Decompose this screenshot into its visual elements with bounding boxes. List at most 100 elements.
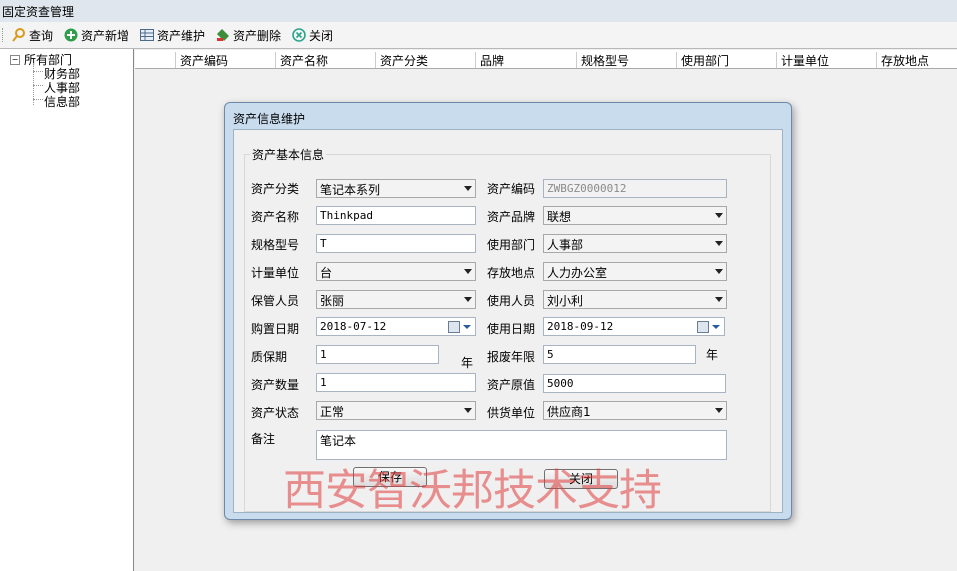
brand-label: 资产品牌 [487, 210, 536, 224]
tree-item-it[interactable]: 信息部 [44, 93, 80, 110]
maintain-asset-label: 资产维护 [157, 28, 206, 43]
name-label: 资产名称 [251, 210, 300, 224]
original-value-label: 资产原值 [487, 378, 536, 392]
column-header[interactable]: 品牌 [475, 52, 576, 68]
department-tree: − 所有部门 财务部 人事部 信息部 [0, 49, 134, 571]
name-field[interactable]: Thinkpad [316, 206, 476, 225]
chevron-down-icon [464, 297, 472, 302]
delete-asset-button[interactable]: 资产删除 [216, 26, 281, 44]
grid-header: 资产编码 资产名称 资产分类 品牌 规格型号 使用部门 计量单位 存放地点 [135, 50, 957, 69]
dept-value: 人事部 [547, 238, 584, 252]
close-label: 关闭 [309, 28, 334, 43]
chevron-down-icon [715, 269, 723, 274]
chevron-down-icon[interactable] [463, 325, 471, 329]
dialog-close-button[interactable]: 关闭 [544, 469, 618, 489]
maintain-asset-button[interactable]: 资产维护 [140, 26, 205, 44]
supplier-select[interactable]: 供应商1 [543, 401, 727, 420]
chevron-down-icon [464, 408, 472, 413]
location-select[interactable]: 人力办公室 [543, 262, 727, 281]
code-field: ZWBGZ0000012 [543, 179, 727, 198]
chevron-down-icon [715, 297, 723, 302]
query-button[interactable]: 查询 [12, 26, 53, 44]
code-label: 资产编码 [487, 182, 536, 196]
use-date-picker[interactable]: 2018-09-12 [543, 317, 725, 336]
close-circle-icon [292, 28, 306, 42]
scrap-years-label: 报废年限 [487, 350, 536, 364]
tree-connector [33, 99, 43, 100]
scrap-years-field[interactable]: 5 [543, 345, 696, 364]
remark-textarea[interactable]: 笔记本 [316, 430, 727, 460]
use-date-label: 使用日期 [487, 322, 536, 336]
brand-value: 联想 [547, 210, 572, 224]
category-select[interactable]: 笔记本系列 [316, 179, 476, 198]
status-select[interactable]: 正常 [316, 401, 476, 420]
delete-icon [216, 28, 230, 42]
column-header[interactable]: 资产编码 [175, 52, 276, 68]
search-icon [12, 28, 26, 42]
chevron-down-icon [464, 269, 472, 274]
purchase-date-picker[interactable]: 2018-07-12 [316, 317, 476, 336]
add-asset-button[interactable]: 资产新增 [64, 26, 129, 44]
group-title: 资产基本信息 [250, 146, 327, 163]
add-icon [64, 28, 78, 42]
original-value-field[interactable]: 5000 [543, 374, 726, 393]
column-header[interactable]: 存放地点 [876, 52, 957, 68]
status-value: 正常 [320, 405, 345, 419]
table-icon [140, 28, 154, 42]
spec-field[interactable]: T [316, 234, 476, 253]
chevron-down-icon[interactable] [712, 325, 720, 329]
user-select[interactable]: 刘小利 [543, 290, 727, 309]
calendar-icon[interactable] [697, 321, 709, 333]
location-label: 存放地点 [487, 266, 536, 280]
remark-label: 备注 [251, 432, 276, 446]
column-header[interactable]: 使用部门 [676, 52, 777, 68]
add-asset-label: 资产新增 [81, 28, 130, 43]
column-header[interactable]: 规格型号 [576, 52, 677, 68]
location-value: 人力办公室 [547, 266, 608, 280]
chevron-down-icon [464, 186, 472, 191]
keeper-select[interactable]: 张丽 [316, 290, 476, 309]
supplier-label: 供货单位 [487, 406, 536, 420]
window-title: 固定资查管理 [2, 5, 75, 19]
purchase-date-value: 2018-07-12 [320, 320, 387, 333]
warranty-unit: 年 [461, 356, 474, 370]
save-button[interactable]: 保存 [353, 467, 427, 487]
brand-select[interactable]: 联想 [543, 206, 727, 225]
user-value: 刘小利 [547, 294, 584, 308]
supplier-value: 供应商1 [547, 405, 591, 419]
column-header[interactable]: 资产名称 [275, 52, 376, 68]
category-label: 资产分类 [251, 182, 300, 196]
close-button[interactable]: 关闭 [292, 26, 333, 44]
unit-value: 台 [320, 266, 333, 280]
scrap-years-unit: 年 [706, 348, 719, 362]
collapse-icon[interactable]: − [10, 54, 20, 65]
column-header[interactable]: 计量单位 [776, 52, 877, 68]
unit-select[interactable]: 台 [316, 262, 476, 281]
tree-connector [33, 71, 43, 72]
tree-connector [33, 85, 43, 86]
toolbar: 查询 资产新增 资产维护 资产删除 关闭 [0, 22, 957, 49]
use-date-value: 2018-09-12 [547, 320, 614, 333]
delete-asset-label: 资产删除 [233, 28, 282, 43]
dialog-title: 资产信息维护 [233, 112, 306, 126]
category-value: 笔记本系列 [320, 183, 381, 197]
keeper-label: 保管人员 [251, 294, 300, 308]
unit-label: 计量单位 [251, 266, 300, 280]
chevron-down-icon [715, 408, 723, 413]
warranty-field[interactable]: 1 [316, 345, 439, 364]
query-label: 查询 [29, 28, 54, 43]
chevron-down-icon [715, 213, 723, 218]
quantity-label: 资产数量 [251, 378, 300, 392]
keeper-value: 张丽 [320, 294, 345, 308]
quantity-field[interactable]: 1 [316, 373, 476, 392]
user-label: 使用人员 [487, 294, 536, 308]
chevron-down-icon [715, 241, 723, 246]
dept-select[interactable]: 人事部 [543, 234, 727, 253]
warranty-label: 质保期 [251, 350, 288, 364]
column-header[interactable]: 资产分类 [375, 52, 476, 68]
spec-label: 规格型号 [251, 238, 300, 252]
toolbar-grip[interactable] [2, 28, 5, 42]
window-titlebar: 固定资查管理 [0, 0, 957, 23]
status-label: 资产状态 [251, 406, 300, 420]
calendar-icon[interactable] [448, 321, 460, 333]
